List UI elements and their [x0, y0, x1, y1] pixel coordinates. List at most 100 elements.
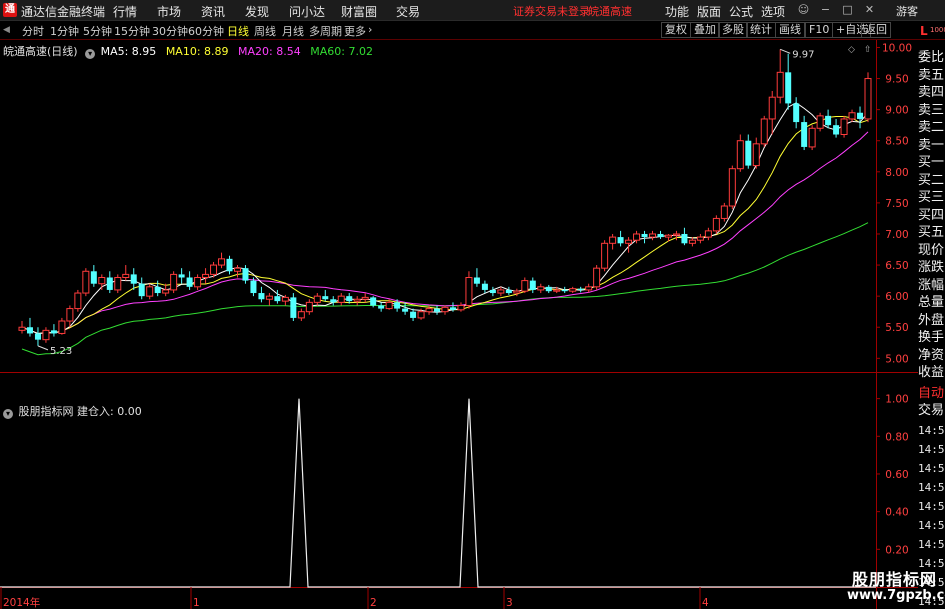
candle-body-up: [162, 289, 170, 294]
side-trade-item-0[interactable]: 自动: [918, 386, 945, 401]
candle-body-up: [672, 233, 680, 236]
indicator-label-row: ▾ 股朋指标网 建仓入: 0.00: [3, 403, 142, 419]
candle: [657, 230, 664, 239]
candle: [760, 115, 768, 147]
side-item-2[interactable]: 卖四: [918, 85, 945, 100]
side-item-12[interactable]: 涨跌: [918, 260, 945, 275]
period-tab-multi[interactable]: 多周期: [309, 23, 342, 39]
candle-body-up: [704, 230, 712, 238]
overlay-button[interactable]: 叠加: [690, 22, 720, 38]
candle-body-down: [378, 305, 385, 309]
period-tab-intraday[interactable]: 分时: [22, 23, 44, 39]
candle: [114, 274, 122, 294]
time-axis-label: 1: [193, 597, 200, 609]
adjust-button[interactable]: 复权: [661, 22, 691, 38]
side-item-18[interactable]: 收益: [918, 365, 945, 380]
menu-functions[interactable]: 功能: [665, 3, 689, 20]
candle: [752, 137, 760, 169]
trade-login-warning[interactable]: 证券交易未登录: [513, 3, 590, 19]
user-icon[interactable]: ☺: [796, 2, 811, 17]
menu-news[interactable]: 资讯: [201, 3, 225, 20]
minimize-icon[interactable]: −: [818, 2, 833, 17]
guest-user[interactable]: 游客: [896, 3, 918, 19]
candle: [146, 283, 154, 300]
candle-body-down: [290, 297, 297, 318]
candle-body-up: [353, 298, 361, 302]
side-time-0: 14:56: [918, 424, 945, 437]
statistics-button[interactable]: 统计: [746, 22, 776, 38]
candle-body-up: [170, 273, 178, 291]
menu-options[interactable]: 选项: [761, 3, 785, 20]
kline-chart[interactable]: 10.00 9.50 9.00 8.50 8.00 7.50 7.00 6.50 6.00 5.5…: [0, 40, 918, 609]
candle-body-up: [816, 115, 824, 129]
period-tab-more[interactable]: 更多: [344, 23, 366, 39]
period-toolbar: ◀ 分时 1分钟 5分钟 15分钟 30分钟 60分钟 日线 周线 月线 多周期…: [0, 21, 945, 40]
candle-body-down: [801, 122, 808, 147]
app-title: 通达信金融终端: [21, 5, 106, 19]
collapse-triangle-icon[interactable]: ◀: [3, 25, 10, 35]
draw-line-button[interactable]: 画线: [775, 22, 805, 38]
side-item-9[interactable]: 买四: [918, 208, 945, 223]
candle: [601, 240, 609, 272]
candle-body-up: [625, 239, 633, 244]
side-item-4[interactable]: 卖二: [918, 120, 945, 135]
candle-body-up: [265, 295, 273, 300]
candle: [434, 305, 441, 315]
watermark-title: 股朋指标网: [852, 570, 938, 589]
side-item-7[interactable]: 买二: [918, 173, 945, 188]
side-item-6[interactable]: 买一: [918, 155, 945, 170]
period-tab-daily[interactable]: 日线: [227, 23, 249, 39]
more-chevron-icon[interactable]: ›: [368, 23, 372, 36]
period-tab-60min[interactable]: 60分钟: [188, 23, 224, 39]
side-item-15[interactable]: 外盘: [918, 313, 945, 328]
candle-body-up: [58, 320, 66, 334]
multi-stock-button[interactable]: 多股: [718, 22, 748, 38]
period-tab-weekly[interactable]: 周线: [254, 23, 276, 39]
menu-market-quotes[interactable]: 行情: [113, 3, 137, 20]
f10-button[interactable]: F10: [805, 22, 834, 38]
side-trade-item-1[interactable]: 交易: [918, 403, 945, 418]
side-item-3[interactable]: 卖三: [918, 103, 945, 118]
period-tab-1min[interactable]: 1分钟: [50, 23, 79, 39]
side-item-11[interactable]: 现价: [918, 243, 945, 258]
side-item-16[interactable]: 换手: [918, 330, 945, 345]
side-panel-l-label[interactable]: L: [920, 24, 928, 38]
ma5-label: MA5: 8.95: [100, 45, 157, 58]
menu-assistant[interactable]: 问小达: [289, 3, 325, 20]
side-item-0[interactable]: 委比: [918, 50, 945, 65]
candle-body-down: [434, 308, 441, 312]
side-item-5[interactable]: 卖一: [918, 138, 945, 153]
period-tab-30min[interactable]: 30分钟: [152, 23, 188, 39]
menu-formula[interactable]: 公式: [729, 3, 753, 20]
period-tab-monthly[interactable]: 月线: [282, 23, 304, 39]
settings-circle-icon[interactable]: ▾: [85, 49, 96, 59]
candle: [641, 230, 648, 244]
candle-body-down: [561, 289, 568, 292]
candle: [233, 265, 241, 278]
period-tab-15min[interactable]: 15分钟: [114, 23, 150, 39]
close-icon[interactable]: ✕: [862, 2, 877, 17]
candlesticks: [18, 49, 872, 346]
menu-trade[interactable]: 交易: [396, 3, 420, 20]
stock-period-label[interactable]: 皖通高速(日线): [3, 45, 78, 58]
candle: [305, 299, 313, 315]
maximize-icon[interactable]: □: [840, 2, 855, 17]
side-item-10[interactable]: 买五: [918, 225, 945, 240]
side-quote-panel: 委比卖五卖四卖三卖二卖一买一买二买三买四买五现价涨跌涨幅总量外盘换手净资收益自动…: [918, 40, 945, 609]
menu-wealth-circle[interactable]: 财富圈: [341, 3, 377, 20]
back-button[interactable]: 返回: [861, 22, 891, 38]
candle-body-up: [537, 286, 545, 291]
side-item-8[interactable]: 买三: [918, 190, 945, 205]
side-item-14[interactable]: 总量: [918, 295, 945, 310]
indicator-settings-icon[interactable]: ▾: [3, 409, 13, 419]
menu-market[interactable]: 市场: [157, 3, 181, 20]
indicator-label[interactable]: 股朋指标网 建仓入: 0.00: [19, 405, 142, 418]
menu-discover[interactable]: 发现: [245, 3, 269, 20]
candle-body-up: [194, 276, 202, 288]
side-item-13[interactable]: 涨幅: [918, 278, 945, 293]
period-tab-5min[interactable]: 5分钟: [83, 23, 112, 39]
side-item-1[interactable]: 卖五: [918, 68, 945, 83]
side-item-17[interactable]: 净资: [918, 348, 945, 363]
menu-layout[interactable]: 版面: [697, 3, 721, 20]
candle: [521, 277, 529, 294]
